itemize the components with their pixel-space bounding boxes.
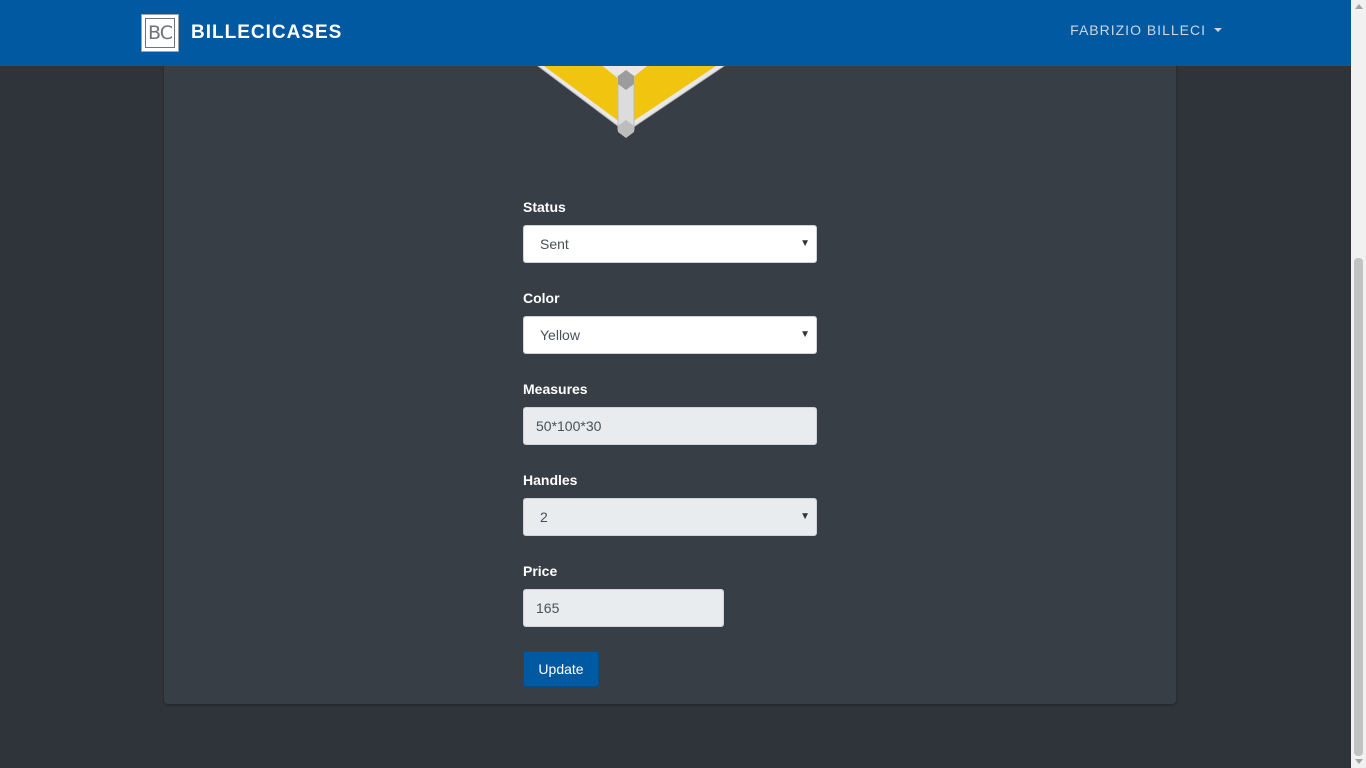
handles-value: 2 bbox=[540, 509, 548, 525]
status-label: Status bbox=[523, 199, 566, 215]
status-value: Sent bbox=[540, 236, 569, 252]
measures-label: Measures bbox=[523, 381, 588, 397]
color-group: Color Yellow ▼ bbox=[523, 289, 817, 354]
user-name: FABRIZIO BILLECI bbox=[1070, 22, 1206, 38]
dropdown-arrow-icon: ▼ bbox=[800, 511, 810, 522]
caret-down-icon bbox=[1214, 28, 1222, 32]
status-select[interactable]: Sent ▼ bbox=[523, 225, 817, 263]
update-button[interactable]: Update bbox=[523, 651, 599, 687]
scroll-thumb[interactable] bbox=[1354, 258, 1363, 756]
price-label: Price bbox=[523, 563, 558, 579]
dropdown-arrow-icon: ▼ bbox=[800, 238, 810, 249]
handles-group: Handles 2 ▼ bbox=[523, 471, 817, 536]
measures-group: Measures 50*100*30 bbox=[523, 380, 817, 445]
color-value: Yellow bbox=[540, 327, 580, 343]
handles-label: Handles bbox=[523, 472, 578, 488]
scroll-down-icon[interactable] bbox=[1355, 759, 1363, 764]
brand-name: BILLECICASES bbox=[191, 22, 343, 43]
brand-logo-text: BC bbox=[148, 22, 173, 44]
brand-logo-icon: BC bbox=[141, 14, 179, 52]
brand-link[interactable]: BC BILLECICASES bbox=[141, 13, 342, 53]
color-select[interactable]: Yellow ▼ bbox=[523, 316, 817, 354]
handles-select[interactable]: 2 ▼ bbox=[523, 498, 817, 536]
measures-input[interactable]: 50*100*30 bbox=[523, 407, 817, 445]
status-group: Status Sent ▼ bbox=[523, 198, 817, 263]
page-scrollbar[interactable] bbox=[1351, 0, 1366, 768]
top-navbar: BC BILLECICASES FABRIZIO BILLECI bbox=[0, 0, 1351, 66]
price-group: Price 165 bbox=[523, 562, 817, 627]
color-label: Color bbox=[523, 290, 560, 306]
price-input[interactable]: 165 bbox=[523, 589, 724, 627]
dropdown-arrow-icon: ▼ bbox=[800, 329, 810, 340]
edit-case-form: Status Sent ▼ Color Yellow ▼ Measures 50… bbox=[523, 198, 817, 687]
scroll-up-icon[interactable] bbox=[1355, 4, 1363, 9]
user-menu-dropdown[interactable]: FABRIZIO BILLECI bbox=[1070, 22, 1222, 38]
